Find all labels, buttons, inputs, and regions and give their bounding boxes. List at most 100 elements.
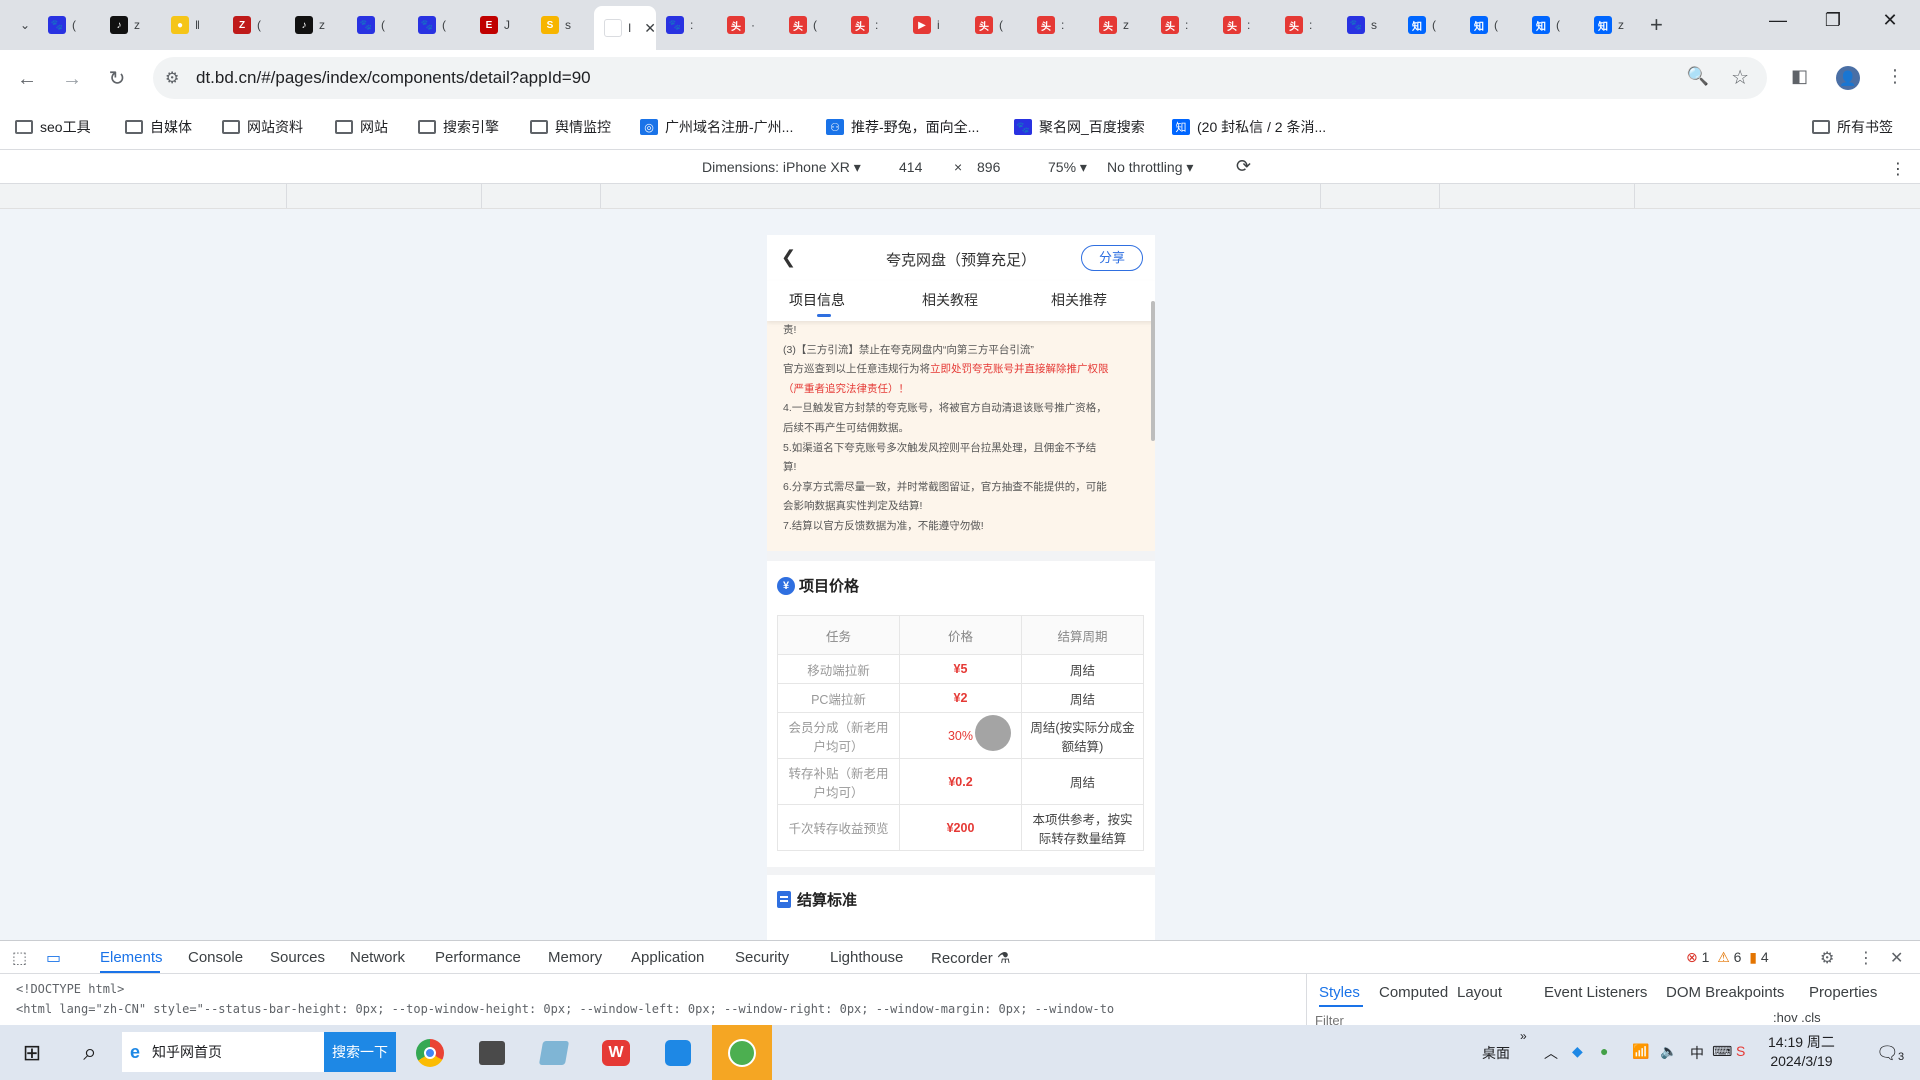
zoom-icon[interactable]: 🔍 — [1687, 66, 1709, 87]
chrome-icon[interactable] — [412, 1025, 448, 1080]
browser-tab[interactable]: I ✕ — [594, 6, 656, 50]
tab-memory[interactable]: Memory — [548, 949, 602, 966]
close-devtools-icon[interactable]: ✕ — [1890, 948, 1903, 968]
device-dimensions-select[interactable]: Dimensions: iPhone XR ▾ — [702, 159, 861, 176]
tab-project-info[interactable]: 项目信息 — [789, 290, 845, 310]
feishu-icon[interactable] — [660, 1025, 696, 1080]
rotate-icon[interactable]: ⟳ — [1236, 156, 1251, 177]
share-button[interactable]: 分享 — [1081, 245, 1143, 271]
tab-sources[interactable]: Sources — [270, 949, 325, 966]
browser-tab[interactable]: 头 · — [717, 9, 759, 41]
tab-event-listeners[interactable]: Event Listeners — [1544, 984, 1647, 1001]
bookmark-item[interactable]: 🐾 聚名网_百度搜索 — [1014, 117, 1145, 137]
device-height-input[interactable]: 896 — [977, 159, 1000, 175]
browser-tab[interactable]: 知z — [1584, 9, 1626, 41]
dom-line-doctype[interactable]: <!DOCTYPE html> — [16, 979, 1276, 999]
browser-tab[interactable]: ▶ i — [903, 9, 945, 41]
devtools-more-icon[interactable]: ⋮ — [1858, 948, 1874, 968]
volume-icon[interactable]: 🔈 — [1660, 1043, 1677, 1060]
tab-console[interactable]: Console — [188, 949, 243, 966]
restore-button[interactable]: ❐ — [1811, 10, 1855, 31]
browser-tab[interactable]: 🐾: — [656, 9, 698, 41]
browser-tab[interactable]: 头: — [1275, 9, 1317, 41]
settings-gear-icon[interactable]: ⚙ — [1820, 948, 1834, 968]
close-window-button[interactable]: ✕ — [1868, 10, 1912, 31]
inspect-element-icon[interactable]: ⬚ — [12, 948, 27, 968]
reload-button[interactable]: ↻ — [102, 64, 132, 94]
browser-tab[interactable]: 知( — [1522, 9, 1564, 41]
address-bar[interactable]: ⚙ dt.bd.cn/#/pages/index/components/deta… — [153, 57, 1767, 99]
browser-tab[interactable]: ♪ z — [100, 9, 142, 41]
tab-performance[interactable]: Performance — [435, 949, 521, 966]
bookmark-item[interactable]: 所有书签 — [1812, 117, 1893, 137]
new-tab-button[interactable]: + — [1650, 12, 1663, 38]
browser-tab[interactable]: 头z — [1089, 9, 1131, 41]
tab-recorder[interactable]: Recorder ⚗ — [931, 949, 1010, 967]
chevron-icon[interactable]: » — [1520, 1029, 1527, 1043]
tab-recommend[interactable]: 相关推荐 — [1051, 290, 1107, 310]
search-icon[interactable]: ⌕ — [70, 1025, 110, 1080]
tab-network[interactable]: Network — [350, 949, 405, 966]
notification-icon[interactable]: 🗨 — [1876, 1043, 1899, 1064]
url-text[interactable]: dt.bd.cn/#/pages/index/components/detail… — [196, 68, 591, 88]
bookmark-item[interactable]: seo工具 — [15, 117, 91, 137]
tab-properties[interactable]: Properties — [1809, 984, 1877, 1001]
browser-tab[interactable]: 头: — [1213, 9, 1255, 41]
minimize-button[interactable]: — — [1756, 10, 1800, 31]
browser-tab[interactable]: 头: — [1027, 9, 1069, 41]
browser-tab[interactable]: 头: — [841, 9, 883, 41]
device-toggle-icon[interactable]: ▭ — [46, 948, 61, 968]
windows-start-icon[interactable]: ⊞ — [12, 1025, 52, 1080]
clock[interactable]: 14:19 周二 2024/3/19 — [1768, 1033, 1835, 1071]
forward-button[interactable]: → — [57, 64, 87, 94]
device-width-input[interactable]: 414 — [899, 159, 922, 175]
bookmark-item[interactable]: ◎ 广州域名注册-广州... — [640, 117, 793, 137]
browser-tab[interactable]: ♪ z — [285, 9, 327, 41]
throttle-select[interactable]: No throttling ▾ — [1107, 159, 1193, 176]
bookmark-star-icon[interactable]: ☆ — [1731, 65, 1749, 90]
browser-tab[interactable]: 🐾( — [408, 9, 450, 41]
browser-tab[interactable]: Z( — [223, 9, 265, 41]
sogou-icon[interactable]: S — [1736, 1043, 1745, 1059]
page-scrollbar[interactable] — [1151, 301, 1155, 441]
wps-icon[interactable]: W — [598, 1025, 634, 1080]
browser-tab[interactable]: ● ‖ — [161, 9, 203, 41]
tab-computed[interactable]: Computed — [1379, 984, 1448, 1001]
tab-dom-breakpoints[interactable]: DOM Breakpoints — [1666, 984, 1784, 1001]
tab-elements[interactable]: Elements — [100, 949, 163, 966]
browser-tab[interactable]: EJ — [470, 9, 512, 41]
taskbar-search-button[interactable]: 搜索一下 — [324, 1032, 396, 1072]
bookmark-item[interactable]: ⚇ 推荐-野兔，面向全... — [826, 117, 979, 137]
site-info-icon[interactable]: ⚙ — [165, 68, 179, 88]
bookmark-item[interactable]: 搜索引擎 — [418, 117, 499, 137]
tray-expand-icon[interactable]: ︿ — [1544, 1043, 1558, 1063]
bookmark-item[interactable]: 网站 — [335, 117, 388, 137]
ime-indicator[interactable]: 中 — [1690, 1043, 1704, 1063]
browser-tab[interactable]: 头( — [779, 9, 821, 41]
browser-tab[interactable]: 🐾( — [38, 9, 80, 41]
browser-tab[interactable]: 知( — [1398, 9, 1440, 41]
taskbar-search-box[interactable]: e 知乎网首页 — [122, 1032, 324, 1072]
green-app-icon[interactable] — [712, 1025, 772, 1080]
issues-counter[interactable]: ⊗ 1 ⚠ 6 ▮ 4 — [1686, 949, 1769, 966]
side-panel-icon[interactable]: ◧ — [1791, 66, 1808, 87]
device-more-icon[interactable]: ⋮ — [1890, 159, 1906, 179]
bookmark-item[interactable]: 自媒体 — [125, 117, 192, 137]
tab-styles[interactable]: Styles — [1319, 984, 1360, 1001]
profile-avatar[interactable]: 👤 — [1836, 66, 1860, 90]
bookmark-item[interactable]: 知 (20 封私信 / 2 条消... — [1172, 117, 1326, 137]
browser-tab[interactable]: 🐾 s — [1337, 9, 1379, 41]
tab-security[interactable]: Security — [735, 949, 789, 966]
browser-tab[interactable]: 头( — [965, 9, 1007, 41]
tab-tutorials[interactable]: 相关教程 — [922, 290, 978, 310]
browser-tab[interactable]: 🐾( — [347, 9, 389, 41]
wifi-icon[interactable]: 📶 — [1632, 1043, 1649, 1060]
bookmark-item[interactable]: 网站资料 — [222, 117, 303, 137]
hov-cls-toggles[interactable]: :hov .cls — [1773, 1010, 1821, 1025]
close-tab-icon[interactable]: ✕ — [644, 20, 656, 37]
sublime-icon[interactable] — [474, 1025, 510, 1080]
browser-tab[interactable]: 知( — [1460, 9, 1502, 41]
browser-tab[interactable]: 头: — [1151, 9, 1193, 41]
tab-application[interactable]: Application — [631, 949, 704, 966]
page-content[interactable]: 责! (3)【三方引流】禁止在夸克网盘内“向第三方平台引流” 官方巡查到以上任意违规… — [767, 321, 1155, 940]
